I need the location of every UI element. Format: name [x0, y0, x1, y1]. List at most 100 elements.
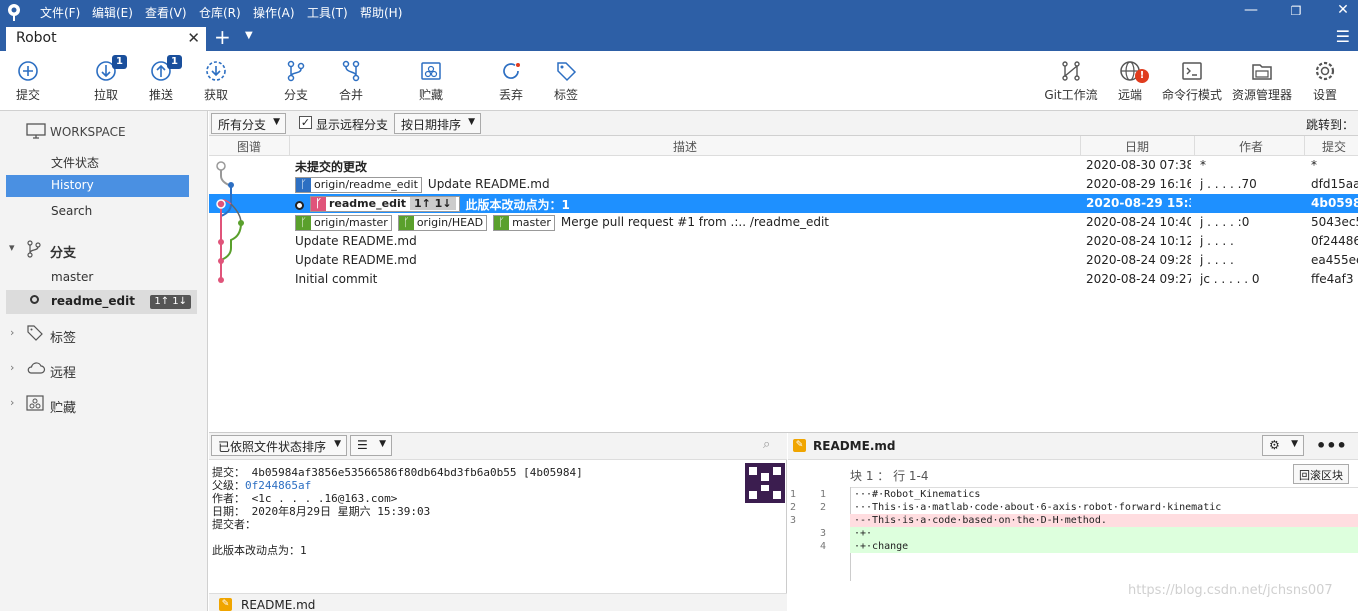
branch-icon — [287, 60, 305, 82]
branch-icon: ᚴ — [398, 216, 414, 230]
tab-robot[interactable]: Robot ✕ — [6, 27, 206, 51]
sidebar-section-remotes[interactable]: › 远程 — [0, 359, 200, 381]
hunk-header: 块 1 ： 行 1-4 — [850, 469, 929, 483]
menu-actions[interactable]: 操作(A) — [253, 4, 295, 21]
jump-to-label: 跳转到： — [1305, 118, 1354, 132]
col-date[interactable]: 日期 — [1125, 138, 1149, 155]
sort-date-dropdown[interactable]: 按日期排序 ▼ — [394, 113, 481, 134]
diff-line[interactable]: ···This·is·a·matlab·code·about·6-axis·ro… — [850, 501, 1358, 514]
ref-label[interactable]: ᚴ origin/readme_edit — [295, 177, 422, 193]
table-row[interactable]: ᚴ origin/readme_edit Update README.md 2020-… — [209, 175, 1358, 194]
menu-repository[interactable]: 仓库(R) — [199, 4, 241, 21]
terminal-icon — [1182, 62, 1202, 80]
file-list-item[interactable]: README.md — [241, 598, 315, 612]
new-tab-icon[interactable]: + — [214, 25, 231, 49]
table-row[interactable]: ᚴ readme_edit 1↑ 1↓ 此版本改动点为：1 2020-08-29 15:… — [209, 194, 1358, 213]
sidebar-item-file-status[interactable]: 文件状态 — [0, 151, 200, 173]
commit-message: Update README.md — [295, 253, 417, 267]
col-desc[interactable]: 描述 — [673, 138, 697, 155]
terminal-button[interactable]: 命令行模式 — [1158, 59, 1226, 103]
branch-label: 分支 — [283, 88, 308, 102]
ref-label[interactable]: ᚴ origin/master — [295, 215, 392, 231]
branch-button[interactable]: 分支 — [268, 59, 324, 103]
filter-bar: 所有分支 ▼ ✓ 显示远程分支 按日期排序 ▼ 跳转到： — [209, 111, 1358, 136]
ref-label[interactable]: ᚴ readme_edit 1↑ 1↓ — [310, 196, 460, 212]
branch-icon: ᚴ — [311, 197, 326, 211]
fetch-button[interactable]: 获取 — [188, 59, 244, 103]
table-row[interactable]: ᚴ origin/master ᚴ origin/HEAD ᚴ master Merge p… — [209, 213, 1358, 232]
stash-icon — [421, 62, 441, 80]
diff-line-text: ···This·is·a·matlab·code·about·6-axis·ro… — [854, 502, 1222, 513]
minimize-icon[interactable]: — — [1241, 2, 1261, 18]
show-remote-checkbox[interactable]: ✓ — [299, 116, 312, 129]
settings-button[interactable]: 设置 — [1297, 59, 1353, 103]
sidebar-section-branches[interactable]: ▾ 分支 — [0, 239, 200, 261]
tab-close-icon[interactable]: ✕ — [187, 29, 200, 47]
sidebar-item-history[interactable]: History — [6, 175, 189, 197]
master-label: master — [51, 270, 94, 284]
col-commit[interactable]: 提交 — [1322, 138, 1346, 155]
col-graph[interactable]: 图谱 — [237, 138, 261, 155]
hamburger-menu-icon[interactable]: ☰ — [1336, 27, 1350, 46]
push-button[interactable]: 1 推送 — [133, 55, 189, 103]
tab-dropdown-icon[interactable]: ▼ — [245, 30, 253, 41]
commit-message: Initial commit — [295, 272, 378, 286]
gitflow-button[interactable]: Git工作流 — [1040, 59, 1102, 103]
readme-edit-label: readme_edit — [51, 294, 135, 308]
close-window-icon[interactable]: ✕ — [1333, 2, 1353, 18]
diff-settings-dropdown[interactable]: ⚙ ▼ — [1262, 435, 1304, 456]
menu-file[interactable]: 文件(F) — [40, 4, 80, 21]
sort-by-status-dropdown[interactable]: 已依照文件状态排序 ▼ — [211, 435, 347, 456]
remote-button[interactable]: ! 远端 — [1102, 59, 1158, 103]
commit-message: 此版本改动点为：1 — [465, 198, 570, 212]
merge-button[interactable]: 合并 — [323, 59, 379, 103]
more-options-icon[interactable]: ••• — [1316, 436, 1347, 455]
all-branches-dropdown[interactable]: 所有分支 ▼ — [211, 113, 286, 134]
pull-button[interactable]: 1 拉取 — [78, 55, 134, 103]
sourcetree-logo-icon — [8, 4, 20, 21]
diff-line-text: ·-·This·is·a·code·based·on·the·D-H·metho… — [854, 515, 1107, 526]
sidebar-section-tags[interactable]: › 标签 — [0, 324, 200, 346]
menu-help[interactable]: 帮助(H) — [360, 4, 402, 21]
revert-hunk-button[interactable]: 回滚区块 — [1293, 464, 1349, 484]
menu-tools[interactable]: 工具(T) — [307, 4, 348, 21]
table-row[interactable]: Update README.md 2020-08-24 09:28 j . . . … — [209, 251, 1358, 270]
stash-button[interactable]: 贮藏 — [403, 59, 459, 103]
all-branches-label: 所有分支 — [218, 118, 267, 132]
commit-desc-cell: ᚴ origin/readme_edit Update README.md — [295, 177, 1075, 193]
sidebar-item-search[interactable]: Search — [0, 201, 200, 223]
sidebar-item-master[interactable]: master — [0, 267, 200, 289]
maximize-icon[interactable]: ❐ — [1286, 4, 1306, 18]
explorer-button[interactable]: 资源管理器 — [1228, 59, 1296, 103]
diff-line[interactable]: ·-·This·is·a·code·based·on·the·D-H·metho… — [850, 514, 1358, 527]
head-indicator-icon — [295, 201, 304, 210]
chevron-down-icon: ▼ — [273, 117, 280, 127]
sidebar-section-stashes[interactable]: › 贮藏 — [0, 394, 200, 416]
avatar — [745, 463, 785, 503]
table-row[interactable]: Initial commit 2020-08-24 09:27 jc . . . .… — [209, 270, 1358, 289]
search-icon[interactable]: ⌕ — [763, 437, 770, 452]
ref-name: origin/HEAD — [416, 216, 484, 229]
commit-node — [218, 239, 224, 245]
col-author[interactable]: 作者 — [1239, 138, 1263, 155]
remotes-label: 远程 — [50, 366, 77, 381]
diff-line[interactable]: ·+·change — [850, 540, 1358, 553]
file-status-label: 文件状态 — [51, 156, 100, 170]
commit-icon — [18, 61, 38, 81]
diff-line[interactable]: ···#·Robot_Kinematics — [850, 488, 1358, 501]
table-row[interactable]: Update README.md 2020-08-24 10:12 j . . . … — [209, 232, 1358, 251]
view-mode-dropdown[interactable]: ☰ ▼ — [350, 435, 392, 456]
ref-label[interactable]: ᚴ origin/HEAD — [397, 215, 488, 231]
commit-button[interactable]: 提交 — [0, 59, 56, 103]
menu-edit[interactable]: 编辑(E) — [92, 4, 133, 21]
commit-author: j . . . . :0 — [1200, 215, 1250, 229]
sidebar-item-readme-edit[interactable]: readme_edit 1↑ 1↓ — [6, 290, 197, 314]
menu-view[interactable]: 查看(V) — [145, 4, 187, 21]
tag-button[interactable]: 标签 — [538, 59, 594, 103]
watermark: https://blog.csdn.net/jchsns007 — [1128, 583, 1333, 598]
commit-graph — [216, 161, 244, 283]
ref-label[interactable]: ᚴ master — [493, 215, 555, 231]
table-row[interactable]: 未提交的更改 2020-08-30 07:38 * * — [209, 156, 1358, 175]
discard-button[interactable]: 丢弃 — [483, 59, 539, 103]
diff-line[interactable]: ·+· — [850, 527, 1358, 540]
